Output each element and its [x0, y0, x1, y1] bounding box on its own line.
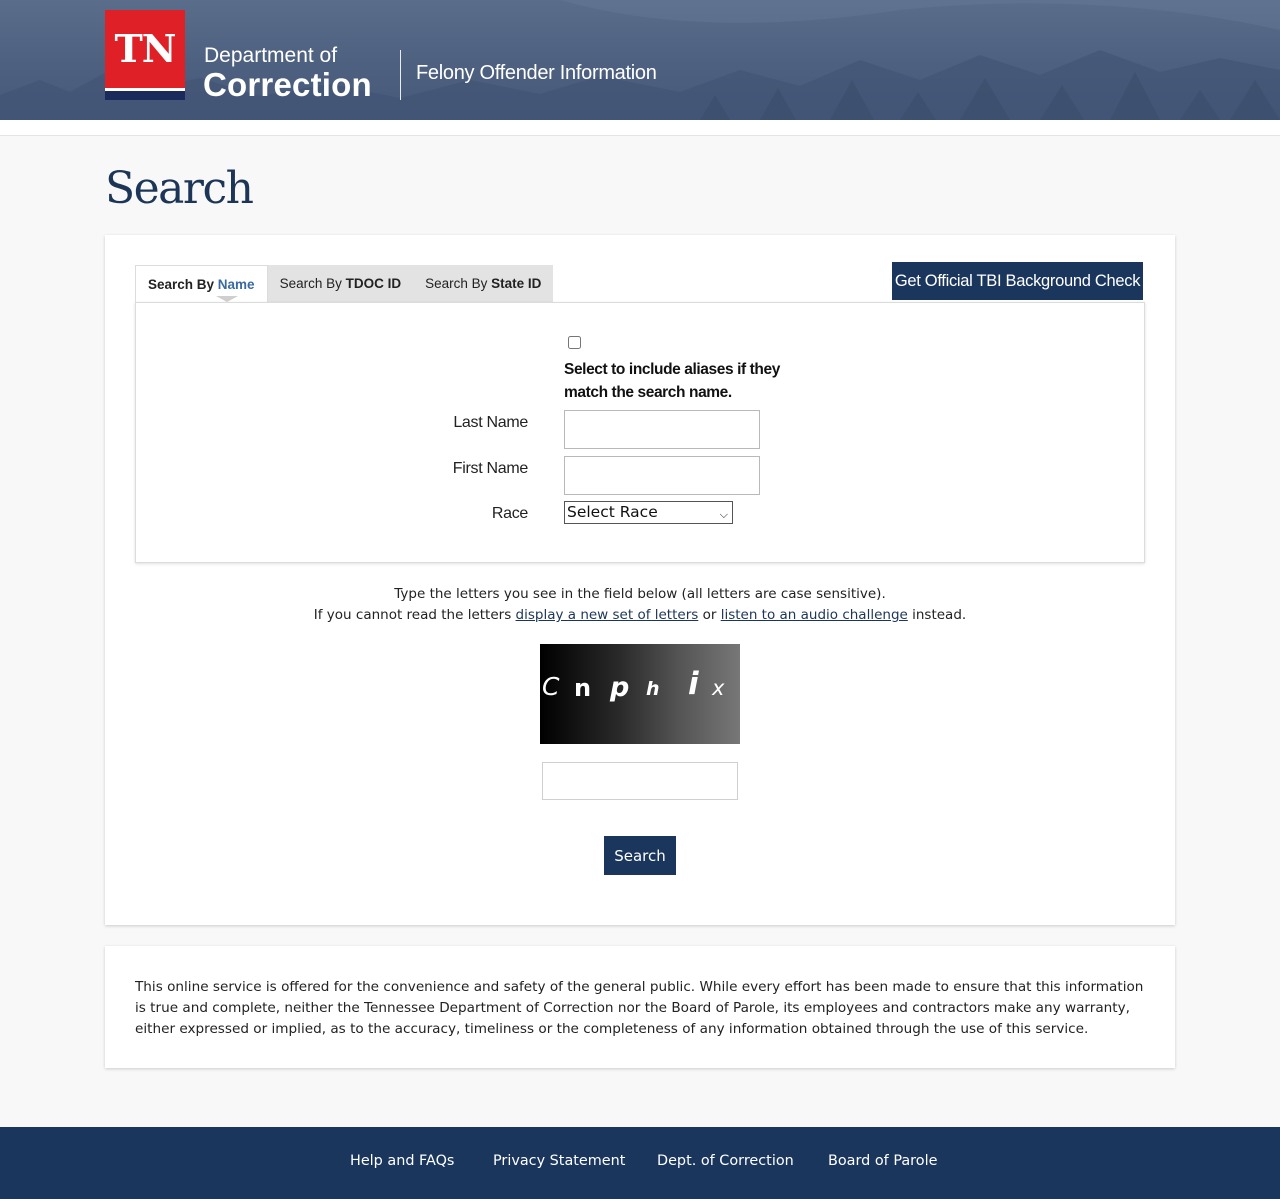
- first-name-label: First Name: [452, 460, 529, 477]
- captcha-help-suffix: instead.: [907, 607, 967, 623]
- captcha-help-line: If you cannot read the letters display a…: [105, 607, 1175, 623]
- include-aliases-checkbox[interactable]: [568, 336, 581, 349]
- captcha-help-middle: or: [698, 607, 721, 623]
- race-selected-value: Select Race: [567, 503, 658, 521]
- race-label: Race: [491, 505, 528, 522]
- header-bottom-strip: [0, 120, 1280, 136]
- page-title: Search: [105, 163, 254, 214]
- new-letters-link[interactable]: display a new set of letters: [516, 607, 699, 623]
- dept-name-line1: Department of: [204, 44, 338, 67]
- tab-prefix: Search By: [279, 276, 346, 291]
- disclaimer-text: This online service is offered for the c…: [135, 979, 1144, 1037]
- site-footer: Help and FAQs Privacy Statement Dept. of…: [0, 1127, 1280, 1199]
- site-subtitle[interactable]: Felony Offender Information: [416, 62, 657, 85]
- tab-prefix: Search By: [148, 277, 218, 292]
- search-button[interactable]: Search: [604, 836, 676, 875]
- disclaimer-card: This online service is offered for the c…: [105, 946, 1175, 1068]
- site-header: TN Department of Correction Felony Offen…: [0, 0, 1280, 120]
- search-card: Search By Name Search By TDOC ID Search …: [105, 235, 1175, 925]
- search-tabs: Search By Name Search By TDOC ID Search …: [135, 265, 554, 303]
- footer-link-help-faqs[interactable]: Help and FAQs: [350, 1153, 454, 1169]
- tn-logo-text: TN: [114, 26, 176, 71]
- name-search-form: Select to include aliases if they match …: [135, 302, 1145, 563]
- captcha-letter: C: [542, 672, 560, 701]
- chevron-down-icon: ⌵: [719, 508, 728, 521]
- captcha-letter: n: [574, 674, 592, 702]
- tbi-background-check-button[interactable]: Get Official TBI Background Check: [892, 262, 1143, 300]
- tn-logo[interactable]: TN: [105, 10, 185, 100]
- captcha-letter: x: [712, 676, 725, 700]
- captcha-letter: p: [610, 672, 630, 703]
- captcha-letter: i: [688, 666, 699, 702]
- dept-name-line2: Correction: [203, 66, 372, 103]
- captcha-instruction: Type the letters you see in the field be…: [394, 586, 886, 602]
- captcha-input[interactable]: [542, 762, 738, 800]
- last-name-label: Last Name: [453, 414, 528, 431]
- footer-link-board-parole[interactable]: Board of Parole: [828, 1153, 937, 1169]
- race-select[interactable]: Select Race ⌵: [564, 501, 733, 524]
- captcha-letter: h: [646, 678, 660, 700]
- include-aliases-label: Select to include aliases if they match …: [564, 361, 780, 401]
- tab-search-by-name[interactable]: Search By Name: [135, 265, 268, 303]
- footer-link-dept-correction[interactable]: Dept. of Correction: [657, 1153, 794, 1169]
- footer-link-privacy[interactable]: Privacy Statement: [493, 1153, 625, 1169]
- forest-background-decoration: [0, 0, 1280, 120]
- header-divider: [400, 50, 401, 100]
- tab-prefix: Search By: [425, 276, 492, 291]
- tab-emphasis: TDOC ID: [345, 276, 402, 291]
- tab-emphasis: Name: [217, 277, 255, 292]
- captcha-help-prefix: If you cannot read the letters: [313, 607, 516, 623]
- first-name-input[interactable]: [564, 456, 760, 495]
- last-name-input[interactable]: [564, 410, 760, 449]
- tab-search-by-state-id[interactable]: Search By State ID: [413, 265, 554, 303]
- tab-emphasis: State ID: [491, 276, 542, 291]
- tab-search-by-tdoc-id[interactable]: Search By TDOC ID: [267, 265, 414, 303]
- logo-stripe-navy: [105, 91, 185, 100]
- audio-challenge-link[interactable]: listen to an audio challenge: [721, 607, 908, 623]
- captcha-image: C n p h i x: [540, 644, 740, 744]
